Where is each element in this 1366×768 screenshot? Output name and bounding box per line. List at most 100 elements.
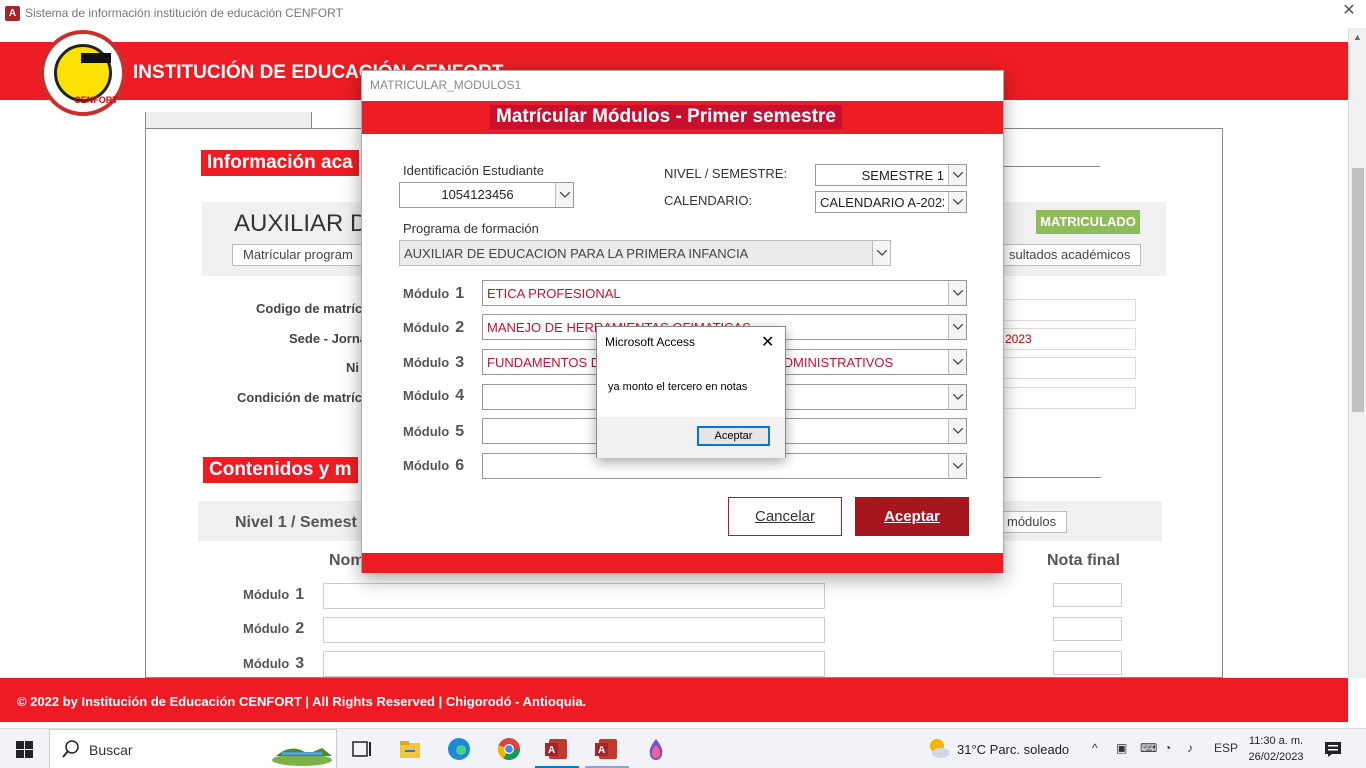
accept-button[interactable]: Aceptar <box>855 497 969 536</box>
nivel-label: Ni <box>346 360 359 375</box>
section-info-title: Información aca <box>201 150 359 176</box>
access-app-icon-1[interactable]: A <box>545 737 569 761</box>
message-box-accept-button[interactable]: Aceptar <box>697 426 770 446</box>
module-text: Módulo <box>403 388 450 403</box>
nivel-semestre-label: Nivel 1 / Semest <box>235 514 357 531</box>
sede-label: Sede - Jorna <box>289 331 368 346</box>
background-tab <box>145 112 312 129</box>
chevron-down-icon[interactable] <box>948 454 966 478</box>
module-number: 1 <box>295 586 305 603</box>
message-box-close-button[interactable]: ✕ <box>761 332 774 352</box>
clock-time: 11:30 a. m. <box>1248 735 1304 747</box>
nivel-semestre-value: SEMESTRE 1 <box>861 168 944 183</box>
bg-module-grade-input[interactable] <box>1053 651 1122 675</box>
windows-start-icon[interactable] <box>16 741 33 763</box>
id-combo[interactable]: 1054123456 <box>399 182 574 208</box>
access-message-box: Microsoft Access ✕ ya monto el tercero e… <box>596 326 786 458</box>
vertical-scrollbar[interactable]: ▲ <box>1348 28 1366 678</box>
sede-field[interactable]: 2023 <box>1000 328 1136 350</box>
modulos-button[interactable]: módulos <box>996 511 1068 533</box>
chevron-down-icon[interactable] <box>948 419 966 443</box>
notification-center-icon[interactable] <box>1324 740 1342 763</box>
module-text: Módulo <box>403 286 450 301</box>
task-view-icon[interactable] <box>350 737 374 761</box>
module-number: 5 <box>455 423 465 440</box>
nivel-semestre-combo[interactable]: SEMESTRE 1 <box>815 164 967 186</box>
scrollbar-thumb[interactable] <box>1352 168 1364 412</box>
chevron-down-icon[interactable] <box>948 385 966 409</box>
module-text: Módulo <box>403 424 450 439</box>
bg-module-grade-input[interactable] <box>1053 583 1122 607</box>
chevron-up-icon[interactable]: ^ <box>1092 741 1098 755</box>
message-box-text: ya monto el tercero en notas <box>608 381 748 393</box>
taskbar-clock[interactable]: 11:30 a. m. 26/02/2023 <box>1247 733 1305 765</box>
bg-module-name-input[interactable] <box>323 617 825 643</box>
device-icon[interactable]: ▣ <box>1116 741 1127 755</box>
wifi-icon[interactable]: ◔ <box>1164 741 1171 755</box>
module-1-combo[interactable]: ETICA PROFESIONAL <box>482 280 967 306</box>
window-title: Sistema de información institución de ed… <box>25 6 343 20</box>
status-badge: MATRICULADO <box>1036 210 1140 234</box>
module-text: Módulo <box>243 656 290 671</box>
matricular-modulos-dialog: MATRICULAR_MODULOS1 Matrícular Módulos -… <box>361 70 1004 573</box>
chevron-down-icon[interactable] <box>948 165 966 185</box>
column-nota-header: Nota final <box>1047 552 1120 569</box>
speaker-icon[interactable]: ♪ <box>1187 741 1193 755</box>
module-4-label: Módulo 4 <box>403 387 464 405</box>
graduation-cap-icon <box>81 53 111 63</box>
weather-text[interactable]: 31°C Parc. soleado <box>957 742 1069 757</box>
bg-module-grade-input[interactable] <box>1053 617 1122 641</box>
condicion-field[interactable] <box>1000 387 1136 409</box>
module-5-label: Módulo 5 <box>403 423 464 441</box>
language-indicator[interactable]: ESP <box>1214 741 1238 755</box>
logo-emblem: CENFORT <box>54 44 118 105</box>
chrome-browser-icon[interactable] <box>497 737 521 761</box>
dialog-header-title: Matrícular Módulos - Primer semestre <box>490 105 842 129</box>
dialog-header: Matrícular Módulos - Primer semestre <box>362 101 1003 134</box>
section-contenidos-title: Contenidos y m <box>203 457 358 483</box>
calendario-combo[interactable]: CALENDARIO A-2023 <box>815 191 967 213</box>
programa-combo[interactable]: AUXILIAR DE EDUCACION PARA LA PRIMERA IN… <box>399 240 891 266</box>
scroll-up-icon[interactable]: ▲ <box>1353 32 1362 42</box>
column-nombre-header: Nom <box>329 552 365 569</box>
svg-text:A: A <box>598 745 605 756</box>
search-highlight-illustration-icon <box>272 734 334 766</box>
window-close-button[interactable]: ✕ <box>1340 2 1358 20</box>
divider <box>1003 166 1100 167</box>
chevron-down-icon[interactable] <box>948 281 966 305</box>
weather-sun-icon[interactable] <box>927 737 951 766</box>
edge-browser-icon[interactable] <box>447 737 471 761</box>
module-number: 4 <box>455 387 465 404</box>
input-method-icon[interactable]: ⌨ <box>1140 741 1157 755</box>
file-explorer-icon[interactable] <box>398 737 422 761</box>
chevron-down-icon[interactable] <box>555 183 573 207</box>
matricular-programa-button[interactable]: Matrícular program <box>232 244 364 266</box>
chevron-down-icon[interactable] <box>948 315 966 339</box>
message-box-title: Microsoft Access <box>605 335 696 349</box>
access-app-icon-2[interactable]: A <box>595 737 619 761</box>
condicion-label: Condición de matríc <box>237 390 362 405</box>
nivel-field[interactable] <box>1000 357 1136 379</box>
chevron-down-icon[interactable] <box>872 241 890 265</box>
codigo-field[interactable] <box>1000 299 1136 321</box>
module-3-label: Módulo 3 <box>403 354 464 372</box>
paint-app-icon[interactable] <box>644 737 668 761</box>
module-text: Módulo <box>403 355 450 370</box>
module-text: Módulo <box>243 621 290 636</box>
module-6-label: Módulo 6 <box>403 457 464 475</box>
module-number: 1 <box>455 285 465 302</box>
chevron-down-icon[interactable] <box>948 192 966 212</box>
module-2-label: Módulo 2 <box>403 319 464 337</box>
bg-module-label: Módulo 2 <box>243 620 304 638</box>
module-number: 6 <box>455 457 465 474</box>
bg-module-name-input[interactable] <box>323 583 825 609</box>
resultados-academicos-button[interactable]: sultados académicos <box>998 244 1142 266</box>
nivel-semestre-label: NIVEL / SEMESTRE: <box>664 166 788 181</box>
page-footer: © 2022 by Institución de Educación CENFO… <box>0 678 1348 722</box>
module-number: 2 <box>295 620 305 637</box>
cancel-button[interactable]: Cancelar <box>728 497 842 536</box>
taskbar-search-box[interactable]: Buscar <box>49 729 337 768</box>
module-1-label: Módulo 1 <box>403 285 464 303</box>
chevron-down-icon[interactable] <box>948 350 966 374</box>
bg-module-name-input[interactable] <box>323 651 825 677</box>
